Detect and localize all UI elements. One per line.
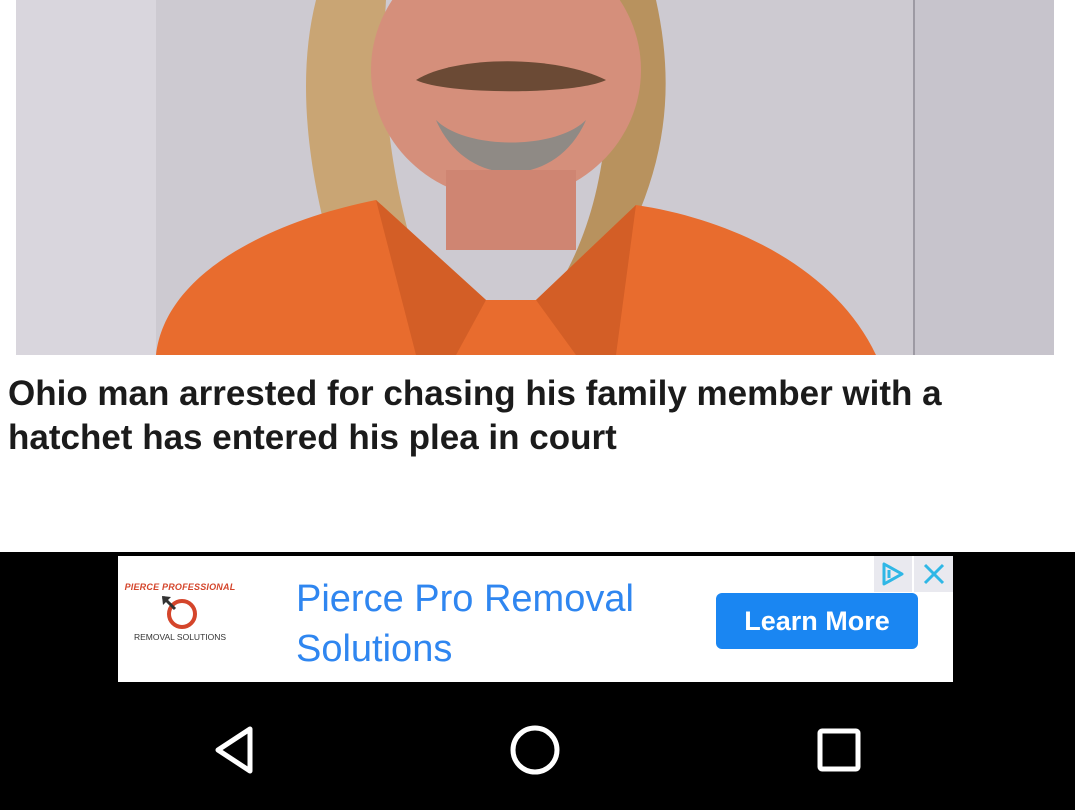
ad-banner[interactable]: PIERCE PROFESSIONAL REMOVAL SOLUTIONS Pi… [118, 556, 953, 682]
screen: Ohio man arrested for chasing his family… [0, 0, 1075, 810]
refresh-arrow-icon [161, 595, 197, 629]
article-photo[interactable] [16, 0, 1054, 355]
home-circle-icon[interactable] [503, 718, 567, 782]
close-icon[interactable] [914, 556, 953, 592]
article-headline[interactable]: Ohio man arrested for chasing his family… [8, 372, 1008, 460]
system-navigation-bar [0, 690, 1075, 810]
recents-square-icon[interactable] [807, 718, 871, 782]
back-triangle-icon[interactable] [202, 718, 266, 782]
mugshot-image [16, 0, 1054, 355]
advertiser-logo-top-text: PIERCE PROFESSIONAL [124, 582, 236, 592]
advertiser-logo-bottom-text: REMOVAL SOLUTIONS [133, 632, 227, 642]
advertiser-logo[interactable]: PIERCE PROFESSIONAL REMOVAL SOLUTIONS [122, 582, 238, 652]
learn-more-button[interactable]: Learn More [716, 593, 918, 649]
ad-title[interactable]: Pierce Pro Removal Solutions [296, 574, 696, 674]
adchoices-icon[interactable] [874, 556, 912, 592]
